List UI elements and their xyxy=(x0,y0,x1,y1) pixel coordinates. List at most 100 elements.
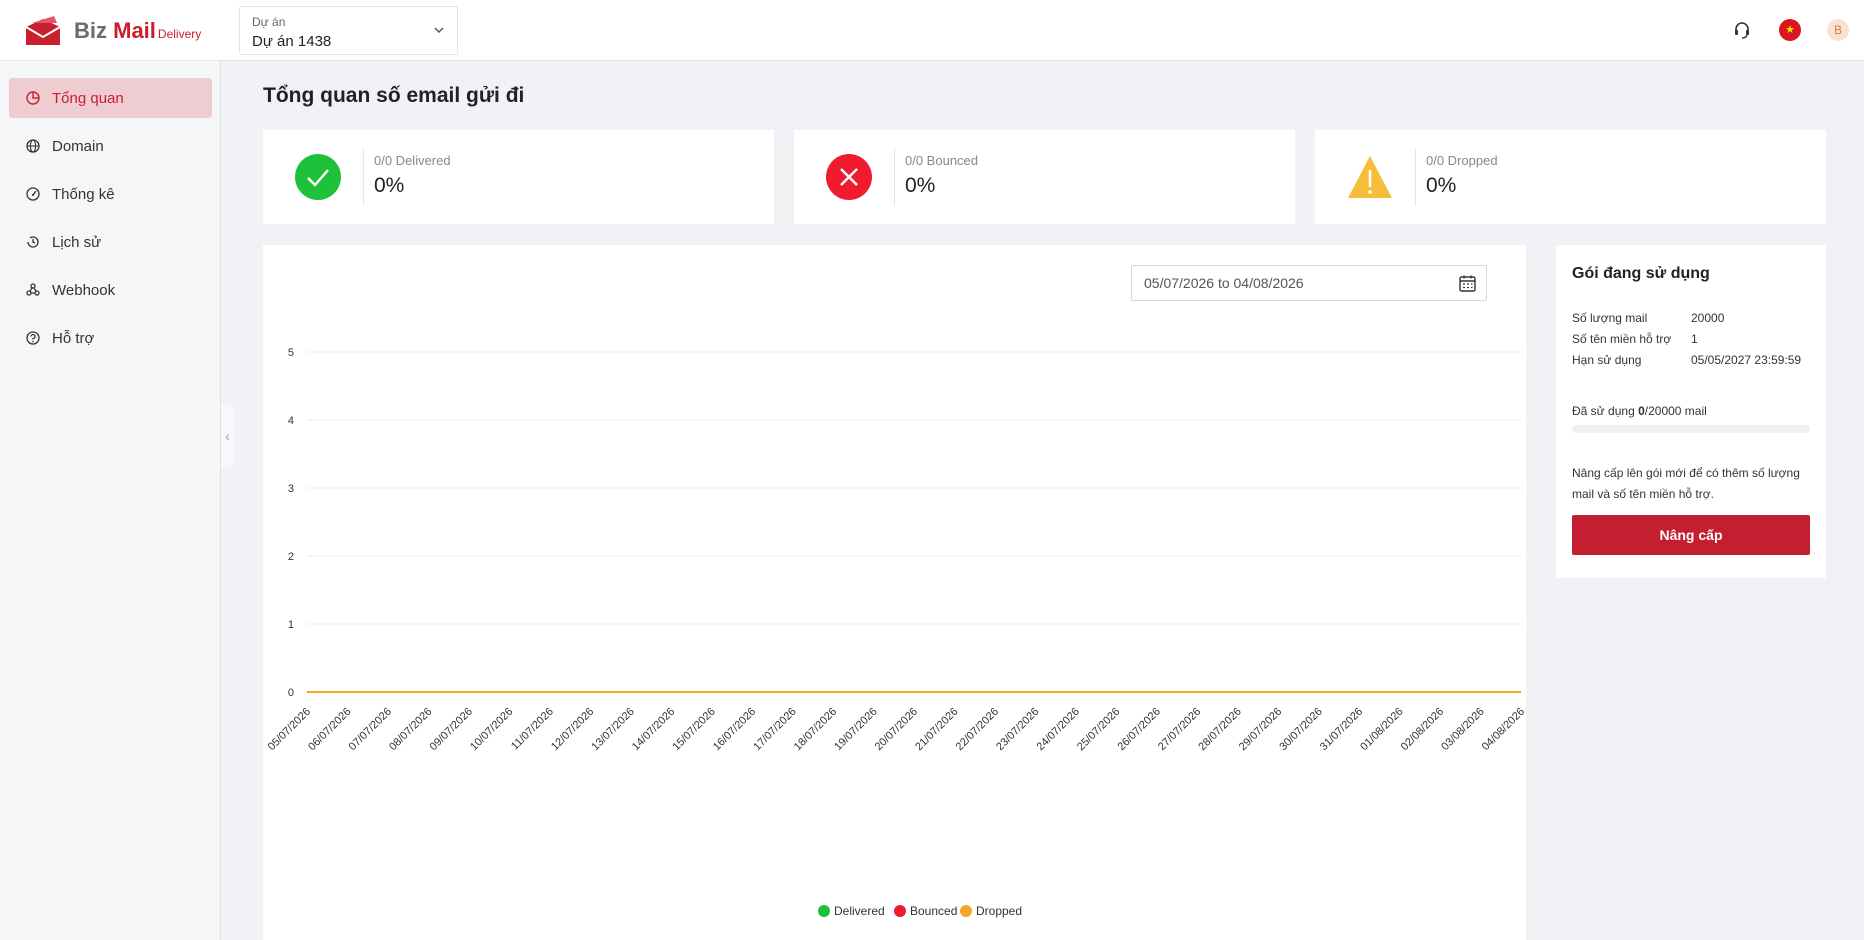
sidebar-collapse-handle[interactable]: ‹ xyxy=(221,403,234,469)
plan-title: Gói đang sử dụng xyxy=(1572,265,1710,282)
legend-marker-bounced xyxy=(894,905,906,917)
plan-row-label: Số lượng mail xyxy=(1572,311,1648,325)
x-tick-label: 02/08/2026 xyxy=(1399,706,1446,753)
sidebar-item-label: Tổng quan xyxy=(52,89,124,107)
date-range-picker[interactable]: 05/07/2026 to 04/08/2026 xyxy=(1131,265,1487,301)
x-tick-label: 18/07/2026 xyxy=(792,706,839,753)
chevron-down-icon xyxy=(434,27,444,34)
x-tick-label: 13/07/2026 xyxy=(589,706,636,753)
x-tick-label: 25/07/2026 xyxy=(1075,706,1122,753)
stat-card-delivered: 0/0 Delivered 0% xyxy=(263,130,774,224)
y-tick-label: 4 xyxy=(288,415,294,427)
y-tick-label: 2 xyxy=(288,551,294,563)
calendar-icon xyxy=(1459,275,1476,292)
usage-text: Đã sử dụng 0/20000 mail xyxy=(1572,404,1707,418)
legend-label: Bounced xyxy=(910,904,957,918)
plan-row-mail-quota: Số lượng mail 20000 xyxy=(1572,311,1724,325)
project-label: Dự án xyxy=(252,15,286,29)
plan-row-value: 05/05/2027 23:59:59 xyxy=(1691,353,1802,367)
plan-card: Gói đang sử dụng Số lượng mail 20000 Số … xyxy=(1556,245,1826,578)
pie-chart-icon xyxy=(26,91,40,105)
bizmail-logo[interactable]: Biz Mail Delivery xyxy=(24,14,201,48)
plan-row-expiry: Hạn sử dụng 05/05/2027 23:59:59 xyxy=(1572,353,1801,367)
x-tick-label: 06/07/2026 xyxy=(306,706,353,753)
stat-value: 0% xyxy=(905,174,936,197)
sidebar-item-support[interactable]: Hỗ trợ xyxy=(9,318,212,358)
x-tick-label: 15/07/2026 xyxy=(670,706,717,753)
stat-value: 0% xyxy=(374,174,405,197)
email-line-chart: 0 1 2 3 4 5 05/07/202606/07/202607/07/202608/0… xyxy=(266,347,1526,918)
stat-value: 0% xyxy=(1426,174,1457,197)
sidebar-item-label: Domain xyxy=(52,137,104,155)
webhook-icon xyxy=(26,283,40,296)
x-tick-label: 01/08/2026 xyxy=(1358,706,1405,753)
y-tick-label: 0 xyxy=(288,687,294,699)
x-tick-label: 24/07/2026 xyxy=(1035,706,1082,753)
stat-card-bounced: 0/0 Bounced 0% xyxy=(794,130,1295,224)
sidebar-item-label: Webhook xyxy=(52,281,116,299)
sidebar-item-label: Hỗ trợ xyxy=(52,329,95,347)
x-tick-label: 31/07/2026 xyxy=(1318,706,1365,753)
y-tick-label: 1 xyxy=(288,619,294,631)
legend-marker-delivered xyxy=(818,905,830,917)
project-selector[interactable]: Dự án Dự án 1438 xyxy=(239,6,458,55)
x-tick-label: 05/07/2026 xyxy=(266,706,313,753)
stat-label: 0/0 Bounced xyxy=(905,153,979,168)
x-tick-label: 09/07/2026 xyxy=(428,706,475,753)
date-range-value: 05/07/2026 to 04/08/2026 xyxy=(1144,275,1304,291)
project-value: Dự án 1438 xyxy=(252,33,332,50)
x-tick-label: 14/07/2026 xyxy=(630,706,677,753)
sidebar-item-overview[interactable]: Tổng quan xyxy=(9,78,212,118)
x-tick-label: 07/07/2026 xyxy=(347,706,394,753)
x-tick-label: 28/07/2026 xyxy=(1196,706,1243,753)
x-tick-label: 03/08/2026 xyxy=(1439,706,1486,753)
x-tick-label: 22/07/2026 xyxy=(954,706,1001,753)
x-tick-label: 23/07/2026 xyxy=(994,706,1041,753)
sidebar-item-statistics[interactable]: Thống kê xyxy=(9,174,212,214)
x-tick-label: 04/08/2026 xyxy=(1480,706,1526,753)
divider xyxy=(894,148,895,206)
legend-label: Delivered xyxy=(834,904,885,918)
sidebar-item-label: Thống kê xyxy=(52,185,115,203)
sidebar-item-history[interactable]: Lịch sử xyxy=(9,222,212,262)
check-circle-icon xyxy=(295,154,341,200)
stat-label: 0/0 Delivered xyxy=(374,153,451,168)
x-tick-label: 27/07/2026 xyxy=(1156,706,1203,753)
plan-row-label: Số tên miền hỗ trợ xyxy=(1572,332,1672,346)
x-tick-label: 29/07/2026 xyxy=(1237,706,1284,753)
usage-progress-bar xyxy=(1572,425,1810,433)
stat-label: 0/0 Dropped xyxy=(1426,153,1498,168)
y-tick-label: 5 xyxy=(288,347,294,359)
x-tick-label: 10/07/2026 xyxy=(468,706,515,753)
x-tick-label: 20/07/2026 xyxy=(873,706,920,753)
plan-row-value: 1 xyxy=(1691,332,1698,346)
top-header: Biz MailDelivery Dự án Dự án 1438 B xyxy=(0,0,1864,61)
sidebar-item-label: Lịch sử xyxy=(52,233,102,251)
x-tick-label: 19/07/2026 xyxy=(832,706,879,753)
upgrade-note: Nâng cấp lên gói mới để có thêm số lượng… xyxy=(1572,466,1800,501)
x-tick-label: 08/07/2026 xyxy=(387,706,434,753)
mail-logo-icon xyxy=(25,16,61,45)
legend-label: Dropped xyxy=(976,904,1022,918)
x-tick-label: 26/07/2026 xyxy=(1116,706,1163,753)
x-tick-label: 30/07/2026 xyxy=(1277,706,1324,753)
headset-support-icon[interactable] xyxy=(1731,19,1753,41)
sidebar-item-webhook[interactable]: Webhook xyxy=(9,270,212,310)
divider xyxy=(363,148,364,206)
history-icon xyxy=(27,236,39,248)
logo-text: Biz Mail Delivery xyxy=(74,18,202,43)
upgrade-button[interactable]: Nâng cấp xyxy=(1572,515,1810,555)
sidebar: Tổng quan Domain Thống kê Lịch sử Webhoo… xyxy=(0,61,221,940)
user-avatar[interactable]: B xyxy=(1827,19,1849,41)
x-tick-label: 21/07/2026 xyxy=(913,706,960,753)
gauge-icon xyxy=(26,187,40,201)
sidebar-item-domain[interactable]: Domain xyxy=(9,126,212,166)
globe-icon xyxy=(26,139,40,153)
x-tick-label: 17/07/2026 xyxy=(751,706,798,753)
warning-triangle-icon xyxy=(1348,156,1392,198)
legend-marker-dropped xyxy=(960,905,972,917)
vietnam-flag-icon[interactable] xyxy=(1779,19,1801,41)
plan-row-domain-quota: Số tên miền hỗ trợ 1 xyxy=(1572,332,1698,346)
x-tick-label: 12/07/2026 xyxy=(549,706,596,753)
divider xyxy=(1415,148,1416,206)
